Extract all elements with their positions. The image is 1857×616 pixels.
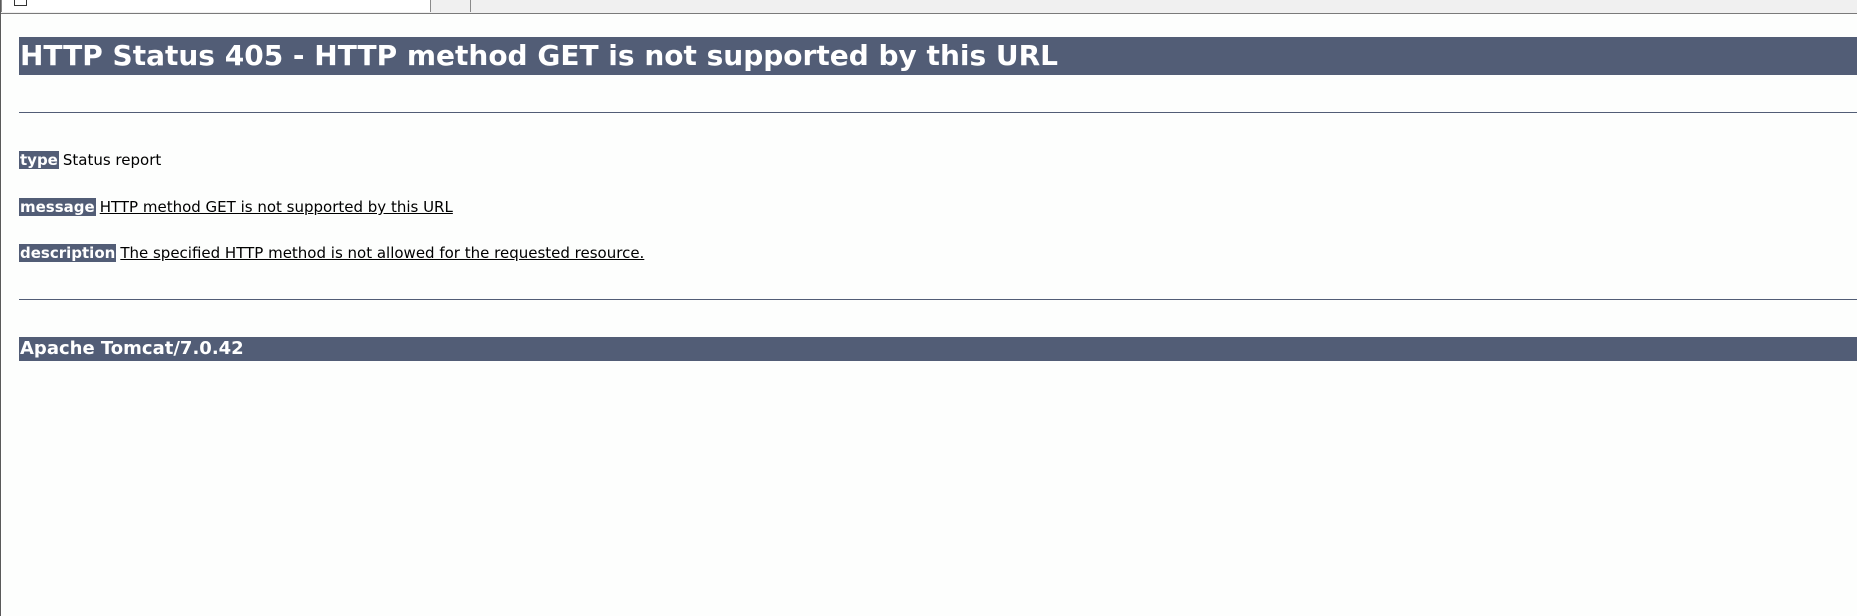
field-value-message: HTTP method GET is not supported by this…	[99, 198, 453, 216]
field-row-message: message HTTP method GET is not supported …	[19, 197, 453, 217]
field-label-description: description	[19, 244, 117, 262]
field-label-message: message	[19, 198, 96, 216]
tab-strip	[1, 0, 1857, 14]
field-label-type: type	[19, 151, 59, 169]
new-tab-button[interactable]	[431, 0, 471, 12]
divider-bottom	[19, 299, 1857, 300]
page-title: HTTP Status 405 - HTTP method GET is not…	[19, 37, 1857, 75]
field-row-description: description The specified HTTP method is …	[19, 243, 644, 263]
field-row-type: type Status report	[19, 150, 161, 170]
field-value-type: Status report	[62, 151, 162, 169]
divider-top	[19, 112, 1857, 113]
field-value-description: The specified HTTP method is not allowed…	[120, 244, 645, 262]
page-content: HTTP Status 405 - HTTP method GET is not…	[2, 14, 1857, 616]
tab-title	[42, 0, 342, 5]
browser-tab[interactable]	[1, 0, 431, 12]
browser-window: HTTP Status 405 - HTTP method GET is not…	[0, 0, 1857, 616]
server-footer: Apache Tomcat/7.0.42	[19, 337, 1857, 361]
page-icon	[14, 0, 27, 6]
